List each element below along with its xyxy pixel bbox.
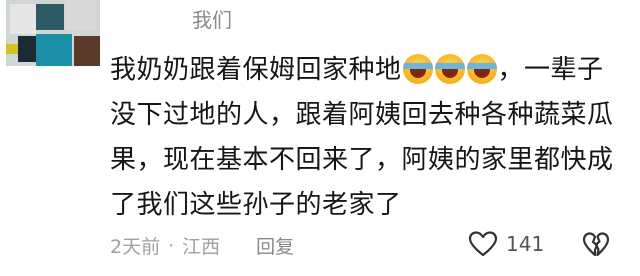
comment-username[interactable]: 我们 <box>192 4 232 33</box>
comment-time: 2天前 <box>110 236 161 258</box>
comment-text-line1-end: ，一辈子 <box>497 55 604 85</box>
comment-text-rest: 没下过地的人，跟着阿姨回去种各种蔬菜瓜果，现在基本不回来了，阿姨的家里都快成了我… <box>110 100 614 220</box>
comment-text-line1: 我奶奶跟着保姆回家种地 <box>110 55 402 85</box>
heart-icon <box>468 231 498 257</box>
laugh-cry-icon <box>466 54 497 84</box>
like-count: 141 <box>506 232 545 256</box>
reply-button[interactable]: 回复 <box>256 232 294 259</box>
like-button[interactable]: 141 <box>468 230 544 258</box>
laugh-cry-icon <box>402 54 433 84</box>
comment-meta: 2天前 · 江西 回复 <box>110 232 294 259</box>
avatar[interactable] <box>6 0 100 66</box>
broken-heart-icon[interactable] <box>582 231 610 259</box>
laugh-cry-icon <box>434 54 465 84</box>
comment-text: 我奶奶跟着保姆回家种地 ，一辈子 没下过地的人，跟着阿姨回去种各种蔬菜瓜果，现在基… <box>110 48 630 228</box>
meta-separator: · <box>168 234 175 257</box>
comment-location: 江西 <box>182 236 221 258</box>
